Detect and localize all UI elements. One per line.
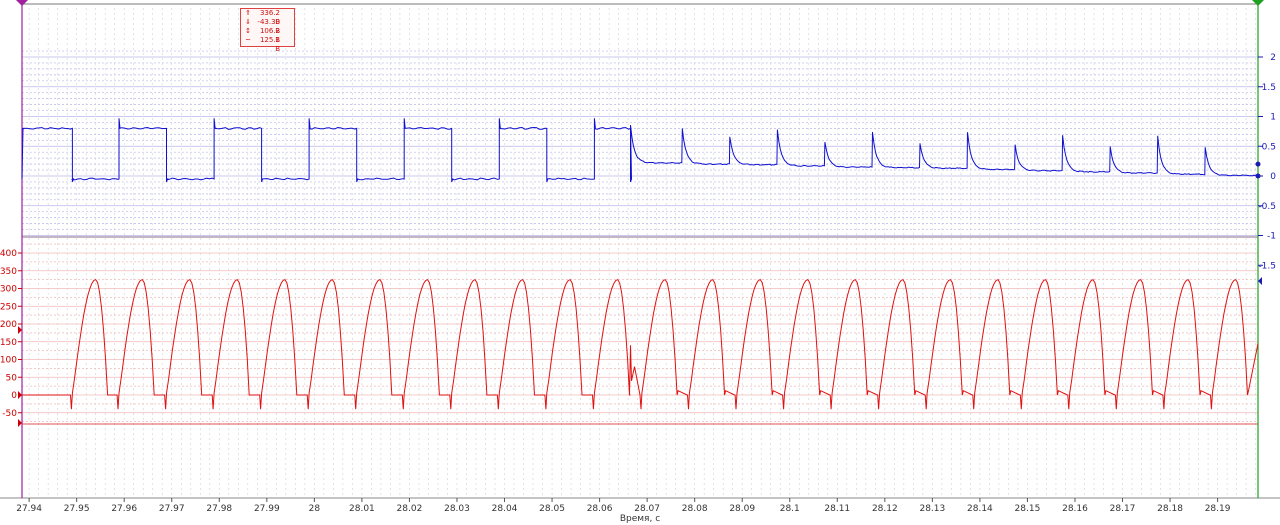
stat-avg-row: ~ 125.1 В (241, 36, 294, 53)
stat-max-value: 336.2 В (259, 9, 280, 26)
x-tick-label: 28.04 (492, 504, 518, 514)
red-tick-label: 250 (0, 302, 17, 312)
x-tick-label: 28.03 (444, 504, 470, 514)
stat-pp-row: ↕ 106.2 В (241, 27, 294, 44)
blue-tick-label: 1.5 (1262, 83, 1276, 93)
x-tick-label: 28.06 (587, 504, 613, 514)
x-tick-label: 28.08 (682, 504, 708, 514)
arrow-up-icon: ⇑ (245, 9, 251, 17)
peak-to-peak-icon: ↕ (245, 27, 251, 35)
x-tick-label: 28.01 (349, 504, 375, 514)
blue-zero-marker (1255, 173, 1261, 179)
red-tick-label: 100 (0, 356, 17, 366)
x-tick-label: 28.09 (729, 504, 755, 514)
stat-min-row: ⇓ -43.30 В (241, 18, 294, 35)
blue-channel-marker (1255, 161, 1261, 167)
plot-background (0, 0, 1280, 525)
x-tick-label: 28.18 (1157, 504, 1183, 514)
average-icon: ~ (245, 36, 251, 44)
x-tick-label: 28.15 (1015, 504, 1041, 514)
x-tick-label: 28.14 (967, 504, 993, 514)
blue-tick-label: 2 (1270, 53, 1276, 63)
measurement-box[interactable]: ⇑ 336.2 В ⇓ -43.30 В ↕ 106.2 В ~ 125.1 В (240, 8, 295, 53)
stat-max-row: ⇑ 336.2 В (241, 9, 294, 26)
x-tick-label: 28.19 (1205, 504, 1231, 514)
stat-avg-value: 125.1 В (259, 36, 280, 53)
blue-tick-label: -1.5 (1258, 261, 1276, 271)
oscilloscope-plot[interactable]: 2 1.5 1 0.5 0 -0.5 -1 -1.5 400 350 300 250 200 150 100… (0, 0, 1280, 525)
x-tick-label: 28.12 (872, 504, 898, 514)
blue-tick-label: -1 (1267, 232, 1276, 242)
x-tick-label: 28.05 (539, 504, 565, 514)
x-tick-label: 28.16 (1062, 504, 1088, 514)
red-tick-label: -50 (2, 409, 17, 419)
blue-tick-label: 0.5 (1262, 142, 1276, 152)
red-tick-label: 150 (0, 338, 17, 348)
blue-tick-label: -0.5 (1258, 202, 1276, 212)
x-tick-label: 28.07 (634, 504, 660, 514)
x-tick-label: 27.95 (64, 504, 90, 514)
stat-pp-value: 106.2 В (259, 27, 280, 44)
x-tick-label: 27.98 (206, 504, 232, 514)
red-tick-label: 0 (11, 391, 17, 401)
red-tick-label: 300 (0, 285, 17, 295)
red-tick-label: 200 (0, 320, 17, 330)
x-tick-label: 28 (309, 504, 321, 514)
x-tick-label: 27.97 (159, 504, 185, 514)
x-axis-label: Время, с (620, 514, 660, 524)
x-tick-label: 27.99 (254, 504, 280, 514)
x-tick-label: 27.96 (111, 504, 137, 514)
red-tick-label: 50 (6, 373, 18, 383)
red-tick-label: 350 (0, 267, 17, 277)
x-tick-label: 28.02 (397, 504, 423, 514)
red-tick-label: 400 (0, 249, 17, 259)
blue-tick-label: 1 (1270, 113, 1276, 123)
blue-tick-label: 0 (1270, 172, 1276, 182)
stat-min-value: -43.30 В (257, 18, 280, 35)
x-tick-label: 27.94 (16, 504, 42, 514)
x-tick-label: 28.11 (824, 504, 850, 514)
x-tick-label: 28.1 (780, 504, 800, 514)
x-tick-label: 28.13 (919, 504, 945, 514)
x-tick-label: 28.17 (1110, 504, 1136, 514)
arrow-down-icon: ⇓ (245, 18, 251, 26)
